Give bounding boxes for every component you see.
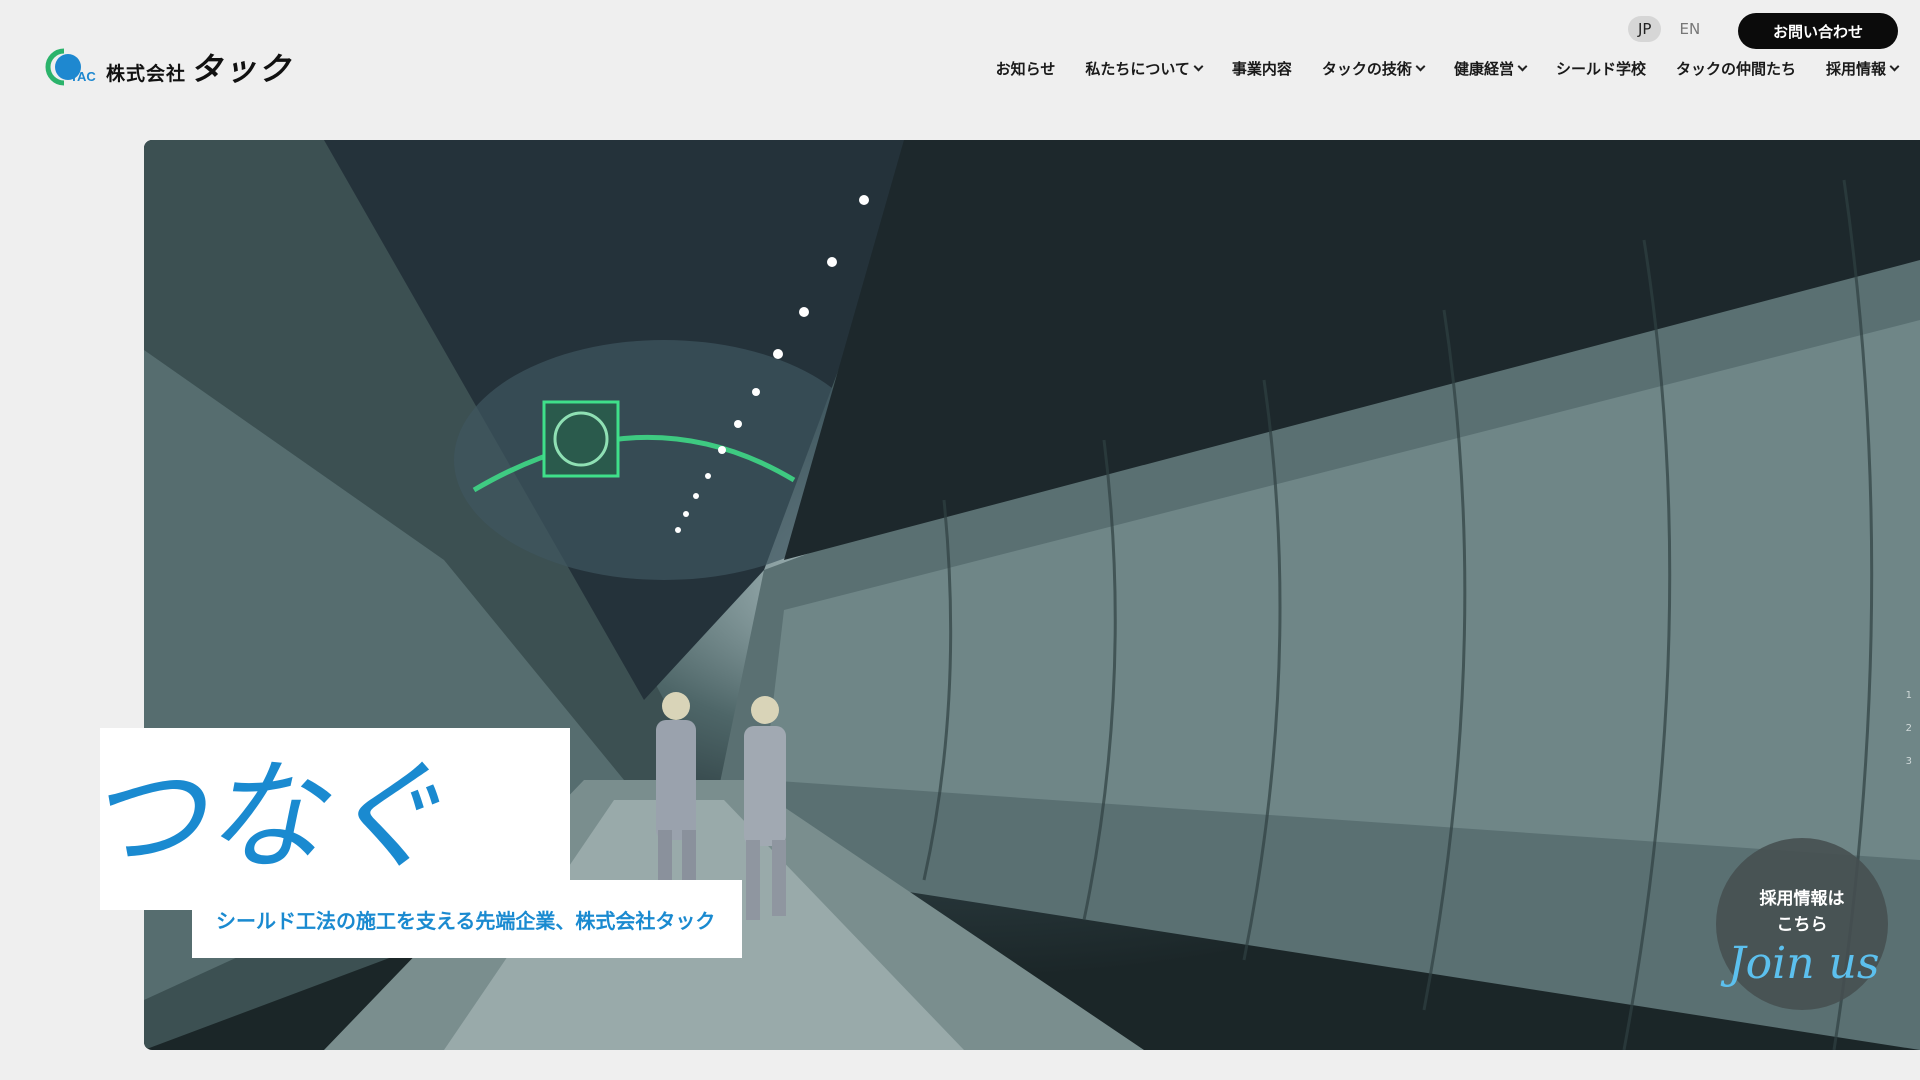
nav-technology[interactable]: タックの技術 [1321, 58, 1426, 79]
slide-indicator-3[interactable]: 3 [1906, 756, 1912, 767]
hero-tagline-text: シールド工法の施工を支える先端企業、株式会社タック [216, 908, 716, 933]
contact-button[interactable]: お問い合わせ [1738, 13, 1898, 49]
lang-en-button[interactable]: EN [1669, 16, 1710, 42]
join-us-button[interactable]: 採用情報は こちら Join us [1716, 838, 1888, 1010]
slide-indicator: 1 2 3 [1906, 690, 1912, 767]
company-name: 株式会社 タック [106, 44, 292, 90]
company-prefix: 株式会社 [106, 63, 187, 85]
chevron-down-icon [1415, 61, 1426, 72]
nav-members[interactable]: タックの仲間たち [1676, 58, 1796, 79]
nav-recruit[interactable]: 採用情報 [1825, 58, 1900, 79]
nav-health-label: 健康経営 [1453, 60, 1514, 78]
slide-indicator-1[interactable]: 1 [1906, 690, 1912, 701]
nav-health[interactable]: 健康経営 [1453, 58, 1528, 79]
nav-news[interactable]: お知らせ [996, 58, 1056, 79]
nav-business-label: 事業内容 [1231, 60, 1292, 78]
hero-tagline: シールド工法の施工を支える先端企業、株式会社タック [192, 880, 742, 958]
chevron-down-icon [1889, 61, 1900, 72]
company-brand-name: タック [190, 50, 293, 88]
catch-copy-tsunagu: つなぐ [84, 748, 444, 887]
slide-indicator-2[interactable]: 2 [1906, 723, 1912, 734]
catch-copy-text: つなぐ [84, 748, 444, 887]
join-us-script-text: Join us [1720, 938, 1879, 989]
join-us-line1: 採用情報は [1759, 889, 1845, 909]
nav-technology-label: タックの技術 [1321, 60, 1412, 78]
nav-recruit-label: 採用情報 [1825, 60, 1886, 78]
nav-shield-school[interactable]: シールド学校 [1556, 58, 1646, 79]
language-switcher: JP EN [1628, 16, 1710, 42]
svg-text:TAC: TAC [70, 69, 96, 84]
lang-jp-button[interactable]: JP [1628, 16, 1662, 42]
nav-shield-school-label: シールド学校 [1555, 60, 1646, 78]
company-logo[interactable]: TAC 株式会社 タック [42, 44, 292, 90]
nav-business[interactable]: 事業内容 [1232, 58, 1292, 79]
chevron-down-icon [1193, 61, 1204, 72]
nav-news-label: お知らせ [995, 60, 1056, 78]
chevron-down-icon [1517, 61, 1528, 72]
main-nav: お知らせ 私たちについて 事業内容 タックの技術 健康経営 シールド学校 タック… [996, 58, 1900, 79]
nav-about[interactable]: 私たちについて [1085, 58, 1204, 79]
join-us-script: Join us [1720, 938, 1879, 989]
tac-logo-icon: TAC [42, 47, 100, 87]
nav-members-label: タックの仲間たち [1675, 60, 1796, 78]
nav-about-label: 私たちについて [1085, 60, 1190, 78]
